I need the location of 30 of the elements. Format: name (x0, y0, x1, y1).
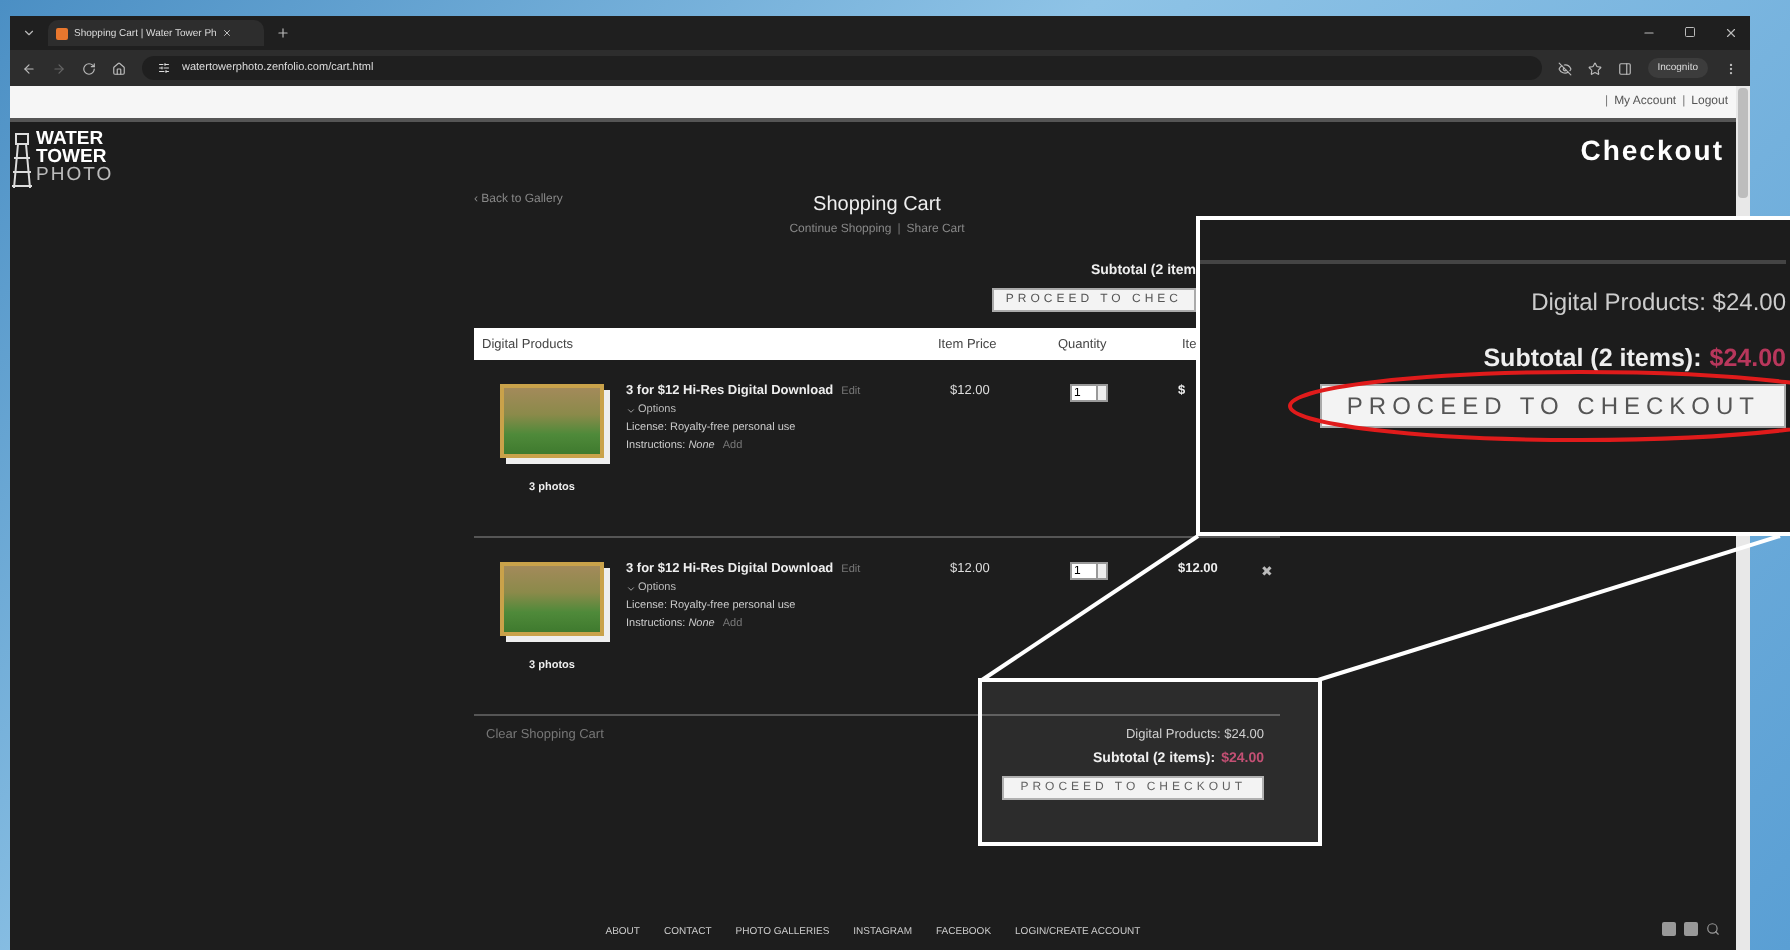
chevron-icon (626, 583, 636, 593)
cart-title: Shopping Cart (813, 194, 941, 216)
tab-menu-icon[interactable] (22, 26, 36, 40)
logo-text: PHOTO (36, 166, 114, 184)
search-icon[interactable] (1706, 922, 1720, 936)
subtotal-label: Subtotal (2 items): (1483, 344, 1702, 372)
reload-icon[interactable] (82, 61, 96, 75)
menu-icon[interactable] (1724, 61, 1738, 75)
page-title: Checkout (1580, 132, 1726, 166)
close-icon[interactable] (1724, 26, 1738, 40)
home-icon[interactable] (112, 61, 126, 75)
logo-text: WATER (36, 130, 104, 148)
site-settings-icon[interactable] (158, 62, 170, 74)
tower-icon (10, 130, 34, 190)
back-icon[interactable] (22, 61, 36, 75)
logo-text: TOWER (36, 148, 107, 166)
chevron-icon (626, 405, 636, 415)
new-tab-icon[interactable] (276, 26, 290, 40)
checkout-button[interactable]: PROCEED TO CHECKOUT (1320, 384, 1786, 428)
maximize-icon[interactable] (1684, 26, 1696, 38)
star-icon[interactable] (1587, 61, 1602, 75)
subtotal-value: $24.00 (1709, 344, 1786, 372)
minimize-icon[interactable] (1642, 26, 1656, 40)
photo-placeholder (500, 384, 604, 458)
photo-placeholder (500, 562, 604, 636)
side-panel-icon[interactable] (1617, 61, 1632, 75)
favicon (56, 27, 68, 39)
eye-off-icon[interactable] (1557, 61, 1572, 75)
digital-products-total: Digital Products: $24.00 (1531, 288, 1786, 316)
scrollbar-thumb[interactable] (1738, 88, 1748, 198)
